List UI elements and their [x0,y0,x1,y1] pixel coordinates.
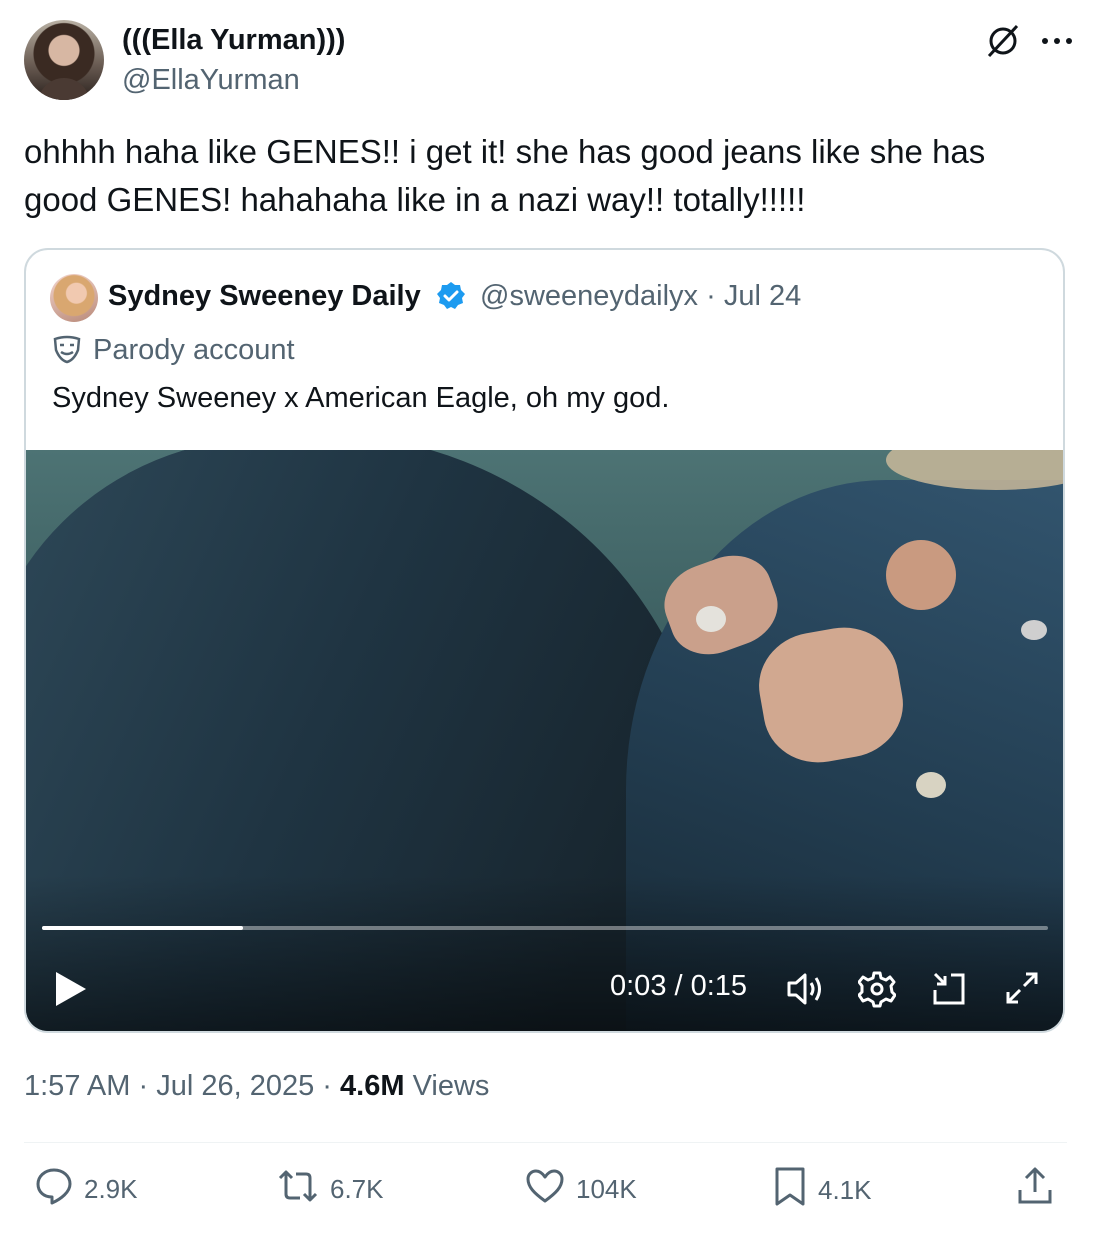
tweet-date[interactable]: Jul 26, 2025 [156,1070,314,1102]
video-frame-ring [696,606,726,632]
quote-display-name[interactable]: Sydney Sweeney Daily [108,280,421,313]
video-time: 0:03 / 0:15 [610,970,748,1002]
author-avatar[interactable] [24,20,104,100]
quote-handle[interactable]: @sweeneydailyx [480,280,698,312]
quote-date-separator: · [706,280,716,312]
author-display-name[interactable]: (((Ella Yurman))) [122,24,345,57]
repost-button[interactable]: 6.7K [276,1166,384,1213]
bookmark-button[interactable]: 4.1K [772,1166,872,1215]
settings-icon[interactable] [857,970,897,1013]
quote-text: Sydney Sweeney x American Eagle, oh my g… [52,382,670,414]
avatar-figure [38,78,90,100]
more-icon[interactable] [1040,35,1074,47]
pip-icon[interactable] [931,970,967,1013]
video-frame-skin [886,540,956,610]
author-handle[interactable]: @EllaYurman [122,64,300,97]
reply-button[interactable]: 2.9K [34,1166,138,1213]
video-frame-button [1021,620,1047,640]
volume-icon[interactable] [786,970,826,1013]
like-icon [524,1166,566,1213]
bookmark-icon [772,1166,808,1215]
share-button[interactable] [1016,1166,1054,1213]
verified-icon [436,281,466,316]
tweet-timestamp: 1:57 AM · Jul 26, 2025 · 4.6M Views [24,1070,489,1103]
video-progress-fill [42,926,244,930]
views-label: Views [412,1070,490,1102]
video-player[interactable]: 0:03 / 0:15 [26,450,1063,1031]
grok-icon[interactable] [984,22,1022,60]
video-progress-bar[interactable] [42,926,1048,930]
views-count: 4.6M [340,1070,405,1102]
bookmark-count: 4.1K [818,1175,872,1205]
tweet-actions: 2.9K 6.7K 104K 4.1K [0,1166,1098,1222]
tweet-time[interactable]: 1:57 AM [24,1070,130,1102]
meta-separator: · [138,1070,149,1102]
tweet-header: (((Ella Yurman))) @EllaYurman [24,20,1074,102]
parody-mask-icon [52,334,82,369]
meta-separator: · [322,1070,332,1102]
parody-label: Parody account [93,334,295,366]
share-icon [1016,1166,1054,1213]
tweet-text: ohhhh haha like GENES!! i get it! she ha… [24,133,986,218]
quote-meta: @sweeneydailyx · Jul 24 [480,280,801,313]
quote-date[interactable]: Jul 24 [724,280,801,312]
reply-icon [34,1166,74,1213]
reply-count: 2.9K [84,1174,138,1204]
play-icon[interactable] [54,970,88,1013]
like-button[interactable]: 104K [524,1166,637,1213]
video-controls-gradient [26,875,1063,1031]
repost-count: 6.7K [330,1174,384,1204]
video-frame-button [916,772,946,798]
header-actions [984,22,1074,60]
fullscreen-icon[interactable] [1004,970,1040,1013]
repost-icon [276,1166,320,1213]
divider [24,1142,1067,1143]
quoted-tweet[interactable]: Sydney Sweeney Daily @sweeneydailyx · Ju… [24,248,1065,1033]
like-count: 104K [576,1174,637,1204]
quote-avatar[interactable] [50,274,98,322]
